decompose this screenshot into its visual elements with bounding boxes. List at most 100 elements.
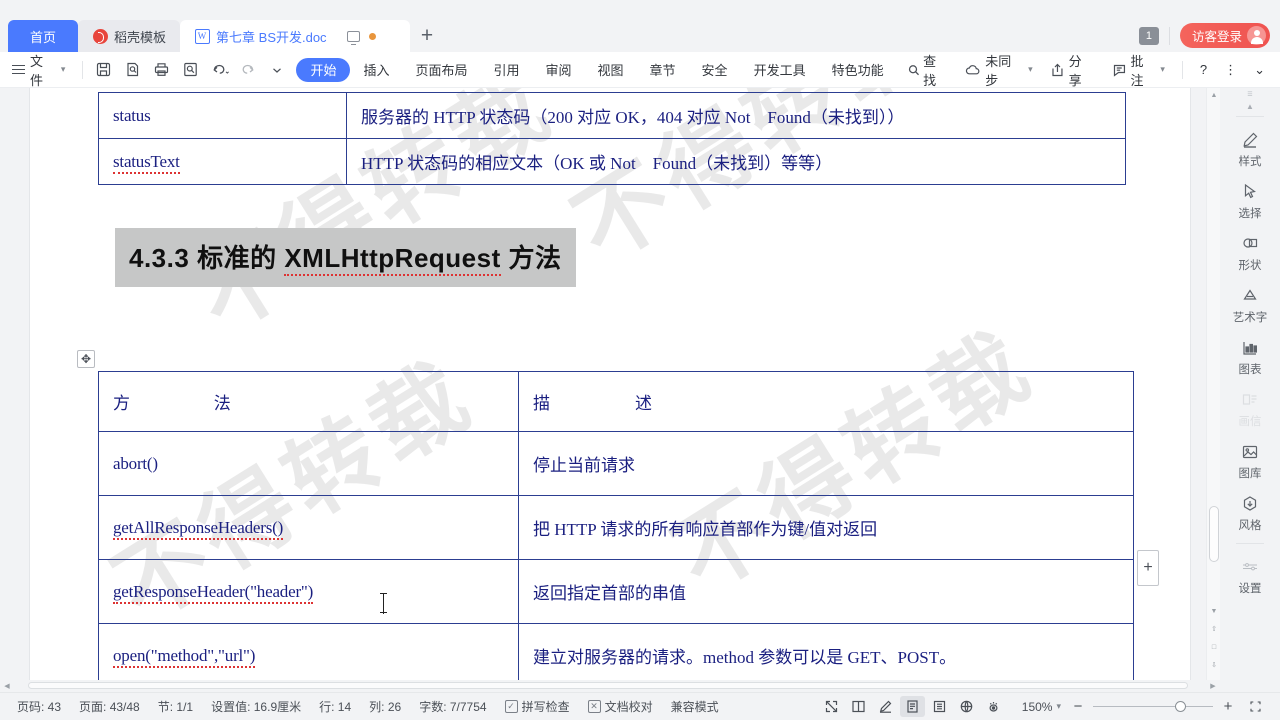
sidebar-item-shapes[interactable]: 形状 [1222, 226, 1278, 278]
table-row[interactable]: status 服务器的 HTTP 状态码（200 对应 OK，404 对应 No… [98, 92, 1126, 139]
ribbon-tab-insert[interactable]: 插入 [350, 58, 402, 82]
sidebar-collapse-icon[interactable]: ▲ [1246, 102, 1254, 111]
fullscreen-icon[interactable] [819, 696, 844, 717]
cell-method-desc[interactable]: 建立对服务器的请求。method 参数可以是 GET、POST。 [518, 623, 1134, 680]
cell-property-name[interactable]: statusText [98, 138, 347, 185]
cell-method-name[interactable]: getResponseHeader("header") [98, 559, 519, 624]
misspelled-word[interactable]: open("method","url") [113, 645, 255, 668]
status-page-count[interactable]: 页面: 43/48 [70, 698, 149, 715]
cell-method-name[interactable]: abort() [98, 431, 519, 496]
cell-method-desc[interactable]: 把 HTTP 请求的所有响应首部作为键/值对返回 [518, 495, 1134, 560]
table-response-properties[interactable]: status 服务器的 HTTP 状态码（200 对应 OK，404 对应 No… [98, 92, 1126, 185]
share-button[interactable]: 分享 [1043, 54, 1102, 88]
undo-icon[interactable] [206, 57, 232, 83]
page-heading[interactable]: 4.3.3 标准的 XMLHttpRequest 方法 [115, 228, 576, 287]
find-button[interactable]: 查找 [897, 51, 959, 89]
column-header-description[interactable]: 描 述 [518, 371, 1134, 432]
web-view-icon[interactable] [954, 696, 979, 717]
more-options-button[interactable]: ⋮ [1217, 58, 1244, 82]
ribbon-tab-security[interactable]: 安全 [689, 58, 741, 82]
more-chevron-icon[interactable] [264, 57, 290, 83]
scroll-down-arrow-icon[interactable]: ▼ [1207, 604, 1221, 618]
table-row[interactable]: open("method","url") 建立对服务器的请求。method 参数… [98, 623, 1134, 680]
comment-button[interactable]: 批注 ▾ [1105, 54, 1172, 88]
cell-property-desc[interactable]: 服务器的 HTTP 状态码（200 对应 OK，404 对应 Not Found… [346, 92, 1126, 139]
misspelled-word[interactable]: statusText [113, 151, 180, 174]
sidebar-item-wordart[interactable]: 艺术字 [1222, 278, 1278, 330]
scrollbar-thumb[interactable] [1209, 506, 1219, 562]
cell-method-desc[interactable]: 返回指定首部的串值 [518, 559, 1134, 624]
status-column[interactable]: 列: 26 [360, 698, 410, 715]
collapse-ribbon-button[interactable]: ⌄ [1247, 58, 1272, 82]
status-page-number[interactable]: 页码: 43 [8, 698, 70, 715]
tab-document[interactable]: W 第七章 BS开发.doc [180, 20, 411, 52]
cell-property-name[interactable]: status [98, 92, 347, 139]
next-page-icon[interactable]: ⇩ [1207, 658, 1221, 672]
misspelled-word[interactable]: getAllResponseHeaders() [113, 517, 283, 540]
zoom-level[interactable]: 150% ▾ [1020, 700, 1063, 714]
table-row[interactable]: getAllResponseHeaders() 把 HTTP 请求的所有响应首部… [98, 495, 1134, 560]
scroll-up-arrow-icon[interactable]: ▲ [1207, 88, 1221, 102]
cell-method-name[interactable]: open("method","url") [98, 623, 519, 680]
prev-page-icon[interactable]: ⇧ [1207, 622, 1221, 636]
scroll-right-arrow-icon[interactable]: ▶ [1206, 682, 1220, 690]
table-header-row[interactable]: 方 法 描 述 [98, 371, 1134, 432]
ribbon-tab-dev-tools[interactable]: 开发工具 [741, 58, 819, 82]
sidebar-item-styles[interactable]: 样式 [1222, 122, 1278, 174]
new-tab-button[interactable]: + [410, 20, 444, 52]
status-proofread[interactable]: ✕ 文档校对 [579, 698, 662, 715]
cell-property-desc[interactable]: HTTP 状态码的相应文本（OK 或 Not Found（未找到）等等） [346, 138, 1126, 185]
vertical-scrollbar[interactable]: ▲ ▼ ⇧ □ ⇩ [1206, 88, 1220, 680]
scrollbar-thumb[interactable] [28, 682, 1188, 689]
edit-pen-icon[interactable] [873, 696, 898, 717]
save-icon[interactable] [90, 57, 116, 83]
login-button[interactable]: 访客登录 [1179, 23, 1270, 48]
cell-method-desc[interactable]: 停止当前请求 [518, 431, 1134, 496]
status-compat-mode[interactable]: 兼容模式 [662, 698, 728, 715]
document-page[interactable]: 不得转载 不得转载 不得转载 不得转载 status 服务器的 HTTP 状态码… [30, 88, 1190, 680]
horizontal-scrollbar[interactable]: ◀ ▶ [0, 680, 1220, 692]
zoom-slider[interactable] [1093, 700, 1213, 712]
help-button[interactable]: ? [1193, 58, 1214, 82]
sidebar-item-letter[interactable]: 画信 [1222, 382, 1278, 434]
table-row[interactable]: getResponseHeader("header") 返回指定首部的串值 [98, 559, 1134, 624]
two-page-icon[interactable] [846, 696, 871, 717]
table-row[interactable]: statusText HTTP 状态码的相应文本（OK 或 Not Found（… [98, 138, 1126, 185]
sidebar-item-select[interactable]: 选择 [1222, 174, 1278, 226]
screen-icon[interactable] [346, 30, 360, 45]
column-header-method[interactable]: 方 法 [98, 371, 519, 432]
print-icon[interactable] [148, 57, 174, 83]
sidebar-item-settings[interactable]: 设置 [1222, 549, 1278, 601]
tab-home[interactable]: 首页 [8, 20, 79, 52]
scrollbar-track[interactable] [14, 682, 1206, 690]
sync-status-button[interactable]: 未同步 ▾ [958, 54, 1039, 88]
sidebar-item-gallery[interactable]: 图库 [1222, 434, 1278, 486]
ribbon-tab-section[interactable]: 章节 [637, 58, 689, 82]
outline-view-icon[interactable] [927, 696, 952, 717]
status-section[interactable]: 节: 1/1 [149, 698, 202, 715]
ribbon-tab-page-layout[interactable]: 页面布局 [402, 58, 480, 82]
sidebar-item-style-badge[interactable]: 风格 [1222, 486, 1278, 538]
ribbon-tab-references[interactable]: 引用 [480, 58, 532, 82]
find-replace-icon[interactable] [177, 57, 203, 83]
cell-method-name[interactable]: getAllResponseHeaders() [98, 495, 519, 560]
ribbon-tab-review[interactable]: 审阅 [533, 58, 585, 82]
fit-screen-icon[interactable] [1243, 696, 1268, 717]
sidebar-item-chart[interactable]: 图表 [1222, 330, 1278, 382]
select-browse-object-icon[interactable]: □ [1207, 640, 1221, 654]
ribbon-tab-start[interactable]: 开始 [296, 57, 351, 82]
table-move-handle-icon[interactable]: ✥ [77, 350, 95, 368]
file-menu-button[interactable]: 文件 ▾ [0, 51, 75, 89]
status-word-count[interactable]: 字数: 7/7754 [410, 698, 495, 715]
document-scroll-area[interactable]: 不得转载 不得转载 不得转载 不得转载 status 服务器的 HTTP 状态码… [0, 88, 1220, 680]
heading-emphasis[interactable]: XMLHttpRequest [284, 243, 501, 276]
count-badge[interactable]: 1 [1138, 26, 1159, 45]
eye-protect-icon[interactable] [981, 696, 1006, 717]
status-line[interactable]: 行: 14 [310, 698, 360, 715]
page-layout-view-icon[interactable] [899, 696, 925, 717]
zoom-slider-knob[interactable] [1175, 700, 1186, 712]
add-table-row-button[interactable]: + [1137, 550, 1159, 586]
ribbon-tab-features[interactable]: 特色功能 [819, 58, 897, 82]
tab-docer-template[interactable]: 稻壳模板 [78, 20, 181, 52]
table-row[interactable]: abort() 停止当前请求 [98, 431, 1134, 496]
